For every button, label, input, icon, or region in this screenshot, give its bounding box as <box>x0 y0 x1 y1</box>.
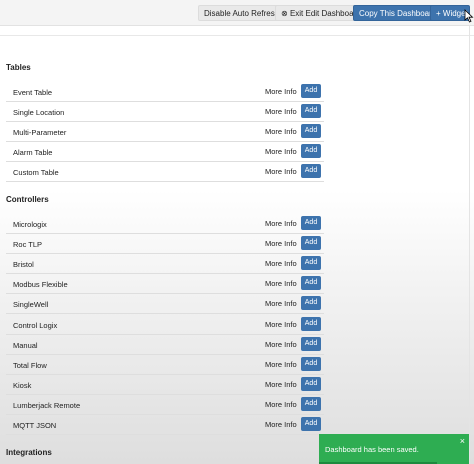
widget-name: Alarm Table <box>13 148 53 158</box>
more-info-link[interactable]: More Info <box>265 239 297 248</box>
add-button[interactable]: Add <box>301 396 321 411</box>
list-item: Custom Table More Info Add <box>6 162 324 183</box>
list-item: Roc TLP More Info Add <box>6 234 324 255</box>
list-item: Multi-Parameter More Info Add <box>6 122 324 143</box>
add-button[interactable]: Add <box>301 124 321 139</box>
add-button[interactable]: Add <box>301 144 321 159</box>
more-info-link[interactable]: More Info <box>265 420 297 429</box>
section-title-integrations: Integrations <box>6 448 52 457</box>
widget-name: Micrologix <box>13 220 47 229</box>
copy-dashboard-button[interactable]: Copy This Dashboard <box>353 5 443 21</box>
list-item: Lumberjack Remote More Info Add <box>6 395 324 415</box>
widget-name: SingleWell <box>13 300 49 310</box>
widget-name: MQTT JSON <box>13 421 57 430</box>
add-button[interactable]: Add <box>301 296 321 311</box>
dashboard-toolbar: Disable Auto Refresh ⊗ Exit Edit Dashboa… <box>0 0 474 26</box>
widget-name: Single Location <box>13 108 65 118</box>
add-button[interactable]: Add <box>301 276 321 291</box>
list-item: SingleWell More Info Add <box>6 294 324 315</box>
widget-name: Manual <box>13 340 38 350</box>
widget-name: Custom Table <box>13 168 59 178</box>
widget-name: Event Table <box>13 88 53 97</box>
add-button[interactable]: Add <box>301 104 321 119</box>
list-item: Event Table More Info Add <box>6 82 324 102</box>
widget-name: Lumberjack Remote <box>13 400 81 410</box>
add-button[interactable]: Add <box>301 216 321 230</box>
section-title-controllers: Controllers <box>6 195 49 204</box>
toast-notification: Dashboard has been saved. × <box>319 434 469 464</box>
more-info-link[interactable]: More Info <box>265 259 297 268</box>
widget-name: Bristol <box>13 260 34 270</box>
widget-name: Multi-Parameter <box>13 128 67 138</box>
add-button[interactable]: Add <box>301 164 321 179</box>
exit-edit-dashboard-label: Exit Edit Dashboard <box>289 9 361 18</box>
add-button[interactable]: Add <box>301 84 321 98</box>
add-button[interactable]: Add <box>301 256 321 271</box>
more-info-link[interactable]: More Info <box>265 107 297 116</box>
widget-name: Roc TLP <box>13 240 43 250</box>
more-info-link[interactable]: More Info <box>265 167 297 176</box>
more-info-link[interactable]: More Info <box>265 87 297 96</box>
section-title-tables: Tables <box>6 63 31 72</box>
list-item: Manual More Info Add <box>6 335 324 355</box>
widget-name: Modbus Flexible <box>13 280 68 290</box>
list-item: MQTT JSON More Info Add <box>6 415 324 435</box>
more-info-link[interactable]: More Info <box>265 400 297 409</box>
add-button[interactable]: Add <box>301 356 321 371</box>
panel-divider <box>469 26 470 464</box>
list-item: Micrologix More Info Add <box>6 214 324 234</box>
exit-circle-icon: ⊗ <box>281 9 288 18</box>
more-info-link[interactable]: More Info <box>265 380 297 389</box>
add-button[interactable]: Add <box>301 417 321 431</box>
list-item: Alarm Table More Info Add <box>6 142 324 163</box>
widget-name: Control Logix <box>13 320 58 330</box>
more-info-link[interactable]: More Info <box>265 320 297 329</box>
more-info-link[interactable]: More Info <box>265 147 297 156</box>
more-info-link[interactable]: More Info <box>265 279 297 288</box>
toolbar-underbar <box>0 26 474 36</box>
add-button[interactable]: Add <box>301 336 321 351</box>
toast-message: Dashboard has been saved. <box>325 445 419 454</box>
list-item: Control Logix More Info Add <box>6 315 324 335</box>
widget-name: Kiosk <box>13 380 32 390</box>
disable-auto-refresh-button[interactable]: Disable Auto Refresh <box>198 5 286 21</box>
more-info-link[interactable]: More Info <box>265 219 297 228</box>
mouse-cursor-icon <box>464 9 474 23</box>
more-info-link[interactable]: More Info <box>265 127 297 136</box>
more-info-link[interactable]: More Info <box>265 360 297 369</box>
list-item: Total Flow More Info Add <box>6 355 324 375</box>
list-item: Bristol More Info Add <box>6 254 324 275</box>
widget-name: Total Flow <box>13 360 47 370</box>
more-info-link[interactable]: More Info <box>265 340 297 349</box>
add-button[interactable]: Add <box>301 376 321 391</box>
more-info-link[interactable]: More Info <box>265 299 297 308</box>
add-button[interactable]: Add <box>301 316 321 331</box>
list-item: Kiosk More Info Add <box>6 375 324 395</box>
list-item: Single Location More Info Add <box>6 102 324 123</box>
list-item: Modbus Flexible More Info Add <box>6 274 324 295</box>
add-button[interactable]: Add <box>301 236 321 251</box>
close-icon[interactable]: × <box>460 436 465 446</box>
